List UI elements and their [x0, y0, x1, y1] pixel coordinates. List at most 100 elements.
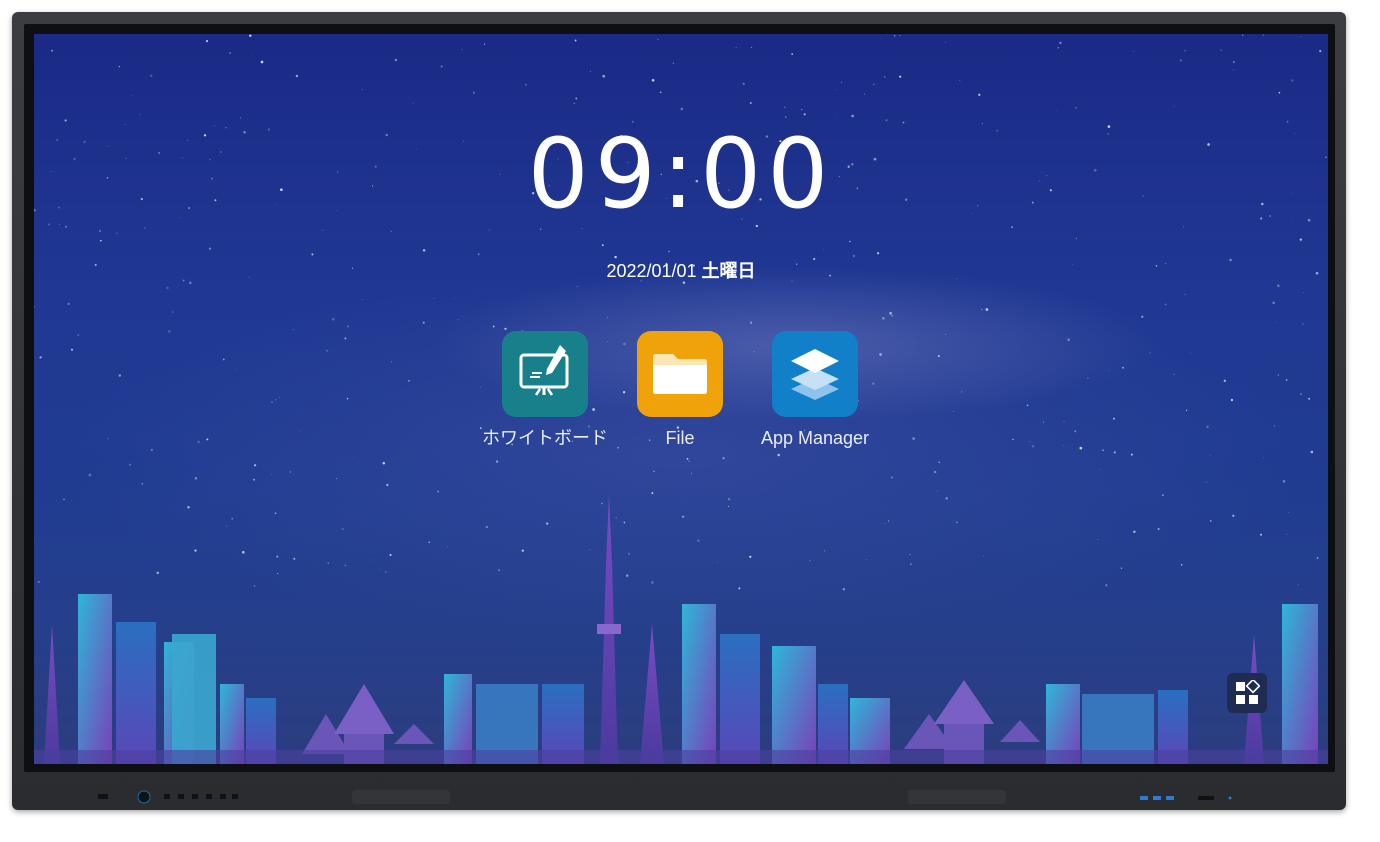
- star: [150, 448, 153, 452]
- star: [1056, 110, 1058, 111]
- star: [461, 49, 463, 50]
- star: [1185, 409, 1188, 411]
- star: [1232, 61, 1235, 63]
- star: [251, 54, 253, 56]
- star: [1173, 373, 1175, 375]
- star: [70, 348, 74, 351]
- star: [1063, 445, 1065, 447]
- star: [1285, 379, 1288, 381]
- city-skyline-illustration: [34, 494, 1328, 764]
- star: [893, 34, 896, 37]
- star: [574, 39, 577, 42]
- star: [777, 453, 780, 457]
- star: [849, 240, 851, 243]
- star: [253, 478, 255, 481]
- star: [1057, 46, 1060, 49]
- star: [472, 91, 475, 94]
- star: [346, 397, 349, 400]
- star: [959, 80, 961, 81]
- star: [275, 399, 277, 401]
- star: [1277, 374, 1280, 376]
- star: [116, 232, 118, 234]
- star: [1210, 455, 1211, 457]
- star: [1113, 451, 1116, 454]
- star: [876, 252, 880, 255]
- star: [880, 37, 882, 39]
- star: [912, 437, 915, 440]
- star: [1232, 68, 1234, 70]
- star: [408, 380, 410, 382]
- star: [322, 229, 324, 231]
- star: [300, 430, 302, 432]
- star: [1075, 237, 1077, 239]
- star: [234, 368, 236, 370]
- app-drawer-button[interactable]: [1227, 673, 1267, 713]
- star: [1063, 421, 1065, 423]
- star: [171, 311, 174, 313]
- star: [1075, 107, 1077, 109]
- star: [575, 97, 578, 100]
- star: [1241, 34, 1244, 37]
- star: [1184, 50, 1186, 52]
- app-file[interactable]: File: [605, 331, 755, 449]
- star: [899, 75, 902, 78]
- star: [1099, 469, 1101, 470]
- star: [99, 230, 101, 232]
- star: [1079, 446, 1083, 450]
- star: [653, 470, 655, 473]
- star: [783, 106, 786, 109]
- star: [129, 463, 132, 466]
- star: [295, 74, 299, 78]
- star: [1141, 315, 1144, 318]
- star: [1149, 352, 1151, 354]
- folder-icon[interactable]: [637, 331, 723, 417]
- star: [1173, 105, 1175, 107]
- star: [953, 411, 954, 412]
- star: [573, 102, 575, 104]
- star: [1042, 421, 1044, 423]
- star: [1113, 417, 1115, 420]
- app-whiteboard[interactable]: ホワイトボード: [470, 331, 620, 449]
- star: [1190, 351, 1192, 353]
- star: [614, 255, 617, 259]
- star: [735, 47, 737, 49]
- star: [835, 89, 837, 91]
- star: [168, 330, 171, 333]
- star: [311, 253, 314, 256]
- star: [791, 53, 794, 55]
- star: [1206, 425, 1209, 429]
- star: [495, 460, 499, 463]
- star: [107, 438, 109, 439]
- star: [985, 308, 989, 311]
- date-value: 2022/01/01: [606, 261, 697, 281]
- star: [602, 74, 606, 78]
- star: [680, 107, 684, 111]
- app-label: App Manager: [760, 428, 870, 448]
- star: [1263, 456, 1264, 458]
- star: [1277, 284, 1280, 288]
- star: [873, 83, 875, 86]
- star: [1262, 34, 1264, 36]
- star: [1179, 59, 1182, 62]
- app-manager[interactable]: App Manager: [740, 331, 890, 449]
- star: [1300, 36, 1302, 38]
- star: [882, 317, 885, 320]
- star: [1308, 397, 1311, 400]
- star: [1012, 438, 1014, 441]
- star: [657, 38, 659, 40]
- star: [326, 349, 329, 352]
- star: [504, 327, 507, 330]
- star: [1059, 41, 1062, 45]
- star: [1122, 366, 1124, 369]
- star: [194, 476, 198, 480]
- star: [1230, 398, 1234, 402]
- star: [271, 401, 273, 403]
- whiteboard-icon[interactable]: [502, 331, 588, 417]
- star: [651, 79, 655, 82]
- star: [823, 248, 824, 250]
- star: [229, 52, 231, 54]
- star: [373, 431, 375, 433]
- star: [1282, 479, 1286, 483]
- star: [749, 321, 753, 324]
- layers-icon[interactable]: [772, 331, 858, 417]
